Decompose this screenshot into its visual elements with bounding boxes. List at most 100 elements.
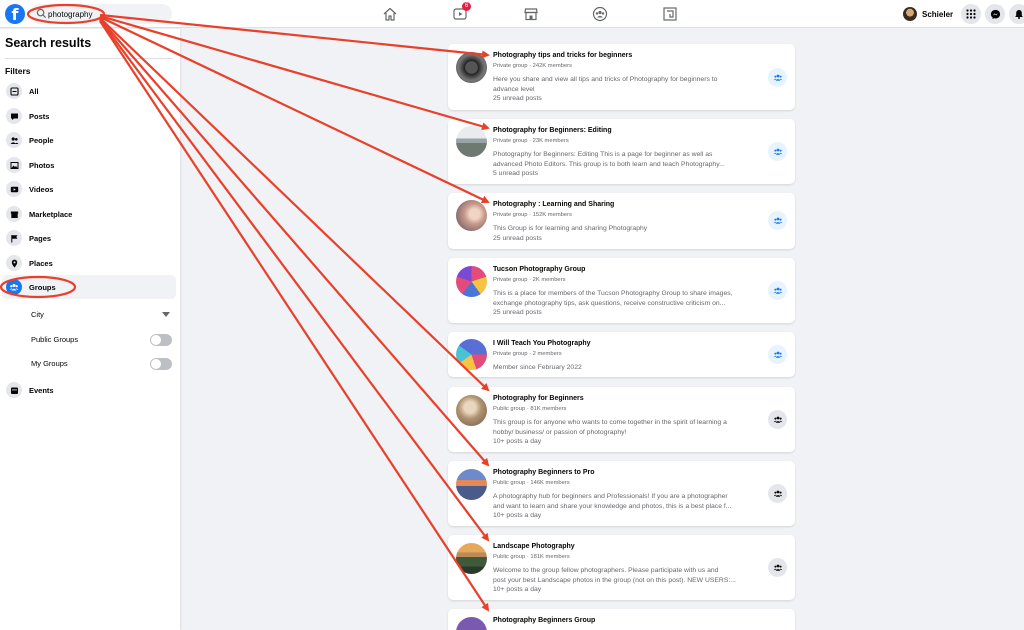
view-group-button[interactable] [768, 142, 787, 161]
my-groups-label: My Groups [31, 359, 68, 368]
profile-button[interactable]: Schieler [903, 6, 953, 22]
group-avatar[interactable] [456, 395, 487, 426]
sidebar-item-pages[interactable]: Pages [2, 226, 176, 250]
events-icon [6, 382, 22, 398]
description-line: This Group is for learning and sharing P… [493, 225, 648, 232]
sidebar-item-label: All [29, 86, 39, 96]
group-result-card[interactable]: Photography : Learning and Sharing Priva… [448, 193, 795, 249]
sidebar-item-groups[interactable]: Groups [2, 275, 176, 299]
group-activity: 25 unread posts [493, 95, 542, 102]
city-filter-label[interactable]: City [31, 310, 44, 319]
group-title[interactable]: Photography for Beginners: Editing [493, 127, 612, 134]
group-result-card[interactable]: Photography for Beginners: Editing Priva… [448, 119, 795, 184]
sidebar-item-places[interactable]: Places [2, 251, 176, 275]
sidebar-item-label: Videos [29, 184, 54, 194]
group-title[interactable]: Photography Beginners to Pro [493, 469, 595, 476]
group-result-card[interactable]: Photography tips and tricks for beginner… [448, 44, 795, 110]
all-icon [6, 83, 22, 99]
group-avatar[interactable] [456, 200, 487, 231]
public-groups-toggle[interactable] [150, 334, 172, 346]
profile-name: Schieler [922, 9, 954, 19]
gaming-icon[interactable] [662, 6, 678, 22]
pages-icon [6, 230, 22, 246]
menu-button[interactable] [961, 4, 981, 24]
group-title[interactable]: Photography for Beginners [493, 395, 584, 402]
group-description: Here you share and view all tips and tri… [493, 75, 761, 104]
group-result-card[interactable]: Tucson Photography Group Private group ·… [448, 258, 795, 323]
groups-icon [773, 351, 782, 358]
notifications-button[interactable] [1009, 4, 1024, 24]
join-group-button[interactable] [768, 410, 787, 429]
group-description: This group is for anyone who wants to co… [493, 418, 761, 447]
description-line: This is a place for members of the Tucso… [493, 290, 733, 297]
group-result-card[interactable]: I Will Teach You Photography Private gro… [448, 332, 795, 377]
group-avatar[interactable] [456, 339, 487, 370]
group-title[interactable]: Photography : Learning and Sharing [493, 201, 614, 208]
sidebar-item-label: Photos [29, 160, 55, 170]
sidebar-item-people[interactable]: People [2, 128, 176, 152]
sidebar-item-posts[interactable]: Posts [2, 104, 176, 128]
chevron-down-icon[interactable] [162, 312, 170, 317]
sidebar-item-events[interactable]: Events [2, 378, 176, 402]
places-icon [6, 255, 22, 271]
group-avatar[interactable] [456, 617, 487, 630]
group-activity: 10+ posts a day [493, 512, 542, 519]
page-title: Search results [5, 36, 92, 50]
view-group-button[interactable] [768, 211, 787, 230]
sidebar-item-label: Places [29, 258, 53, 268]
description-line: Here you share and view all tips and tri… [493, 76, 718, 83]
group-description: Photography for Beginners: Editing This … [493, 150, 761, 179]
watch-tab[interactable]: 6 [452, 2, 471, 22]
avatar [903, 7, 917, 21]
group-title[interactable]: Tucson Photography Group [493, 266, 585, 273]
group-avatar[interactable] [456, 469, 487, 500]
group-title[interactable]: Photography tips and tricks for beginner… [493, 52, 632, 59]
view-group-button[interactable] [768, 281, 787, 300]
messenger-button[interactable] [985, 4, 1005, 24]
view-group-button[interactable] [768, 68, 787, 87]
group-title[interactable]: Landscape Photography [493, 543, 575, 550]
sidebar-item-all[interactable]: All [2, 79, 176, 103]
marketplace-icon[interactable] [523, 6, 539, 22]
watch-badge: 6 [462, 2, 471, 11]
sidebar-item-label: Pages [29, 233, 52, 243]
posts-icon [6, 108, 22, 124]
group-result-card[interactable]: Photography for Beginners Public group ·… [448, 387, 795, 452]
search-box[interactable] [30, 4, 172, 24]
description-line: and want to learn and share your knowled… [493, 502, 732, 510]
sidebar-item-videos[interactable]: Videos [2, 177, 176, 201]
description-line: A photography hub for beginners and Prof… [493, 493, 728, 500]
group-avatar[interactable] [456, 126, 487, 157]
description-line: This group is for anyone who wants to co… [493, 419, 727, 426]
my-groups-toggle[interactable] [150, 358, 172, 370]
sidebar-item-label: People [29, 135, 54, 145]
groups-icon[interactable] [592, 6, 608, 22]
photos-icon [6, 157, 22, 173]
groups-icon [773, 564, 782, 571]
sidebar-item-photos[interactable]: Photos [2, 153, 176, 177]
group-avatar[interactable] [456, 52, 487, 83]
join-group-button[interactable] [768, 558, 787, 577]
description-line: advance level [493, 85, 535, 93]
group-meta: Private group · 2 members [493, 351, 562, 357]
join-group-button[interactable] [768, 484, 787, 503]
facebook-logo[interactable]: f [5, 4, 25, 24]
group-avatar[interactable] [456, 266, 487, 297]
group-title[interactable]: I Will Teach You Photography [493, 340, 591, 347]
group-meta: Private group · 2K members [493, 277, 566, 283]
group-description: This is a place for members of the Tucso… [493, 289, 761, 318]
view-group-button[interactable] [768, 345, 787, 364]
group-result-card[interactable]: Landscape Photography Public group · 181… [448, 535, 795, 600]
group-avatar[interactable] [456, 543, 487, 574]
group-title[interactable]: Photography Beginners Group [493, 617, 595, 624]
search-icon [36, 8, 47, 19]
description-line: post your best Landscape photos in the g… [493, 576, 736, 584]
search-input[interactable] [48, 7, 168, 21]
group-meta: Private group · 152K members [493, 212, 572, 218]
groups-icon [773, 287, 782, 294]
sidebar-item-label: Groups [29, 282, 56, 292]
sidebar-item-marketplace[interactable]: Marketplace [2, 202, 176, 226]
group-result-card[interactable]: Photography Beginners Group [448, 609, 795, 630]
home-icon[interactable] [382, 6, 398, 22]
group-result-card[interactable]: Photography Beginners to Pro Public grou… [448, 461, 795, 526]
